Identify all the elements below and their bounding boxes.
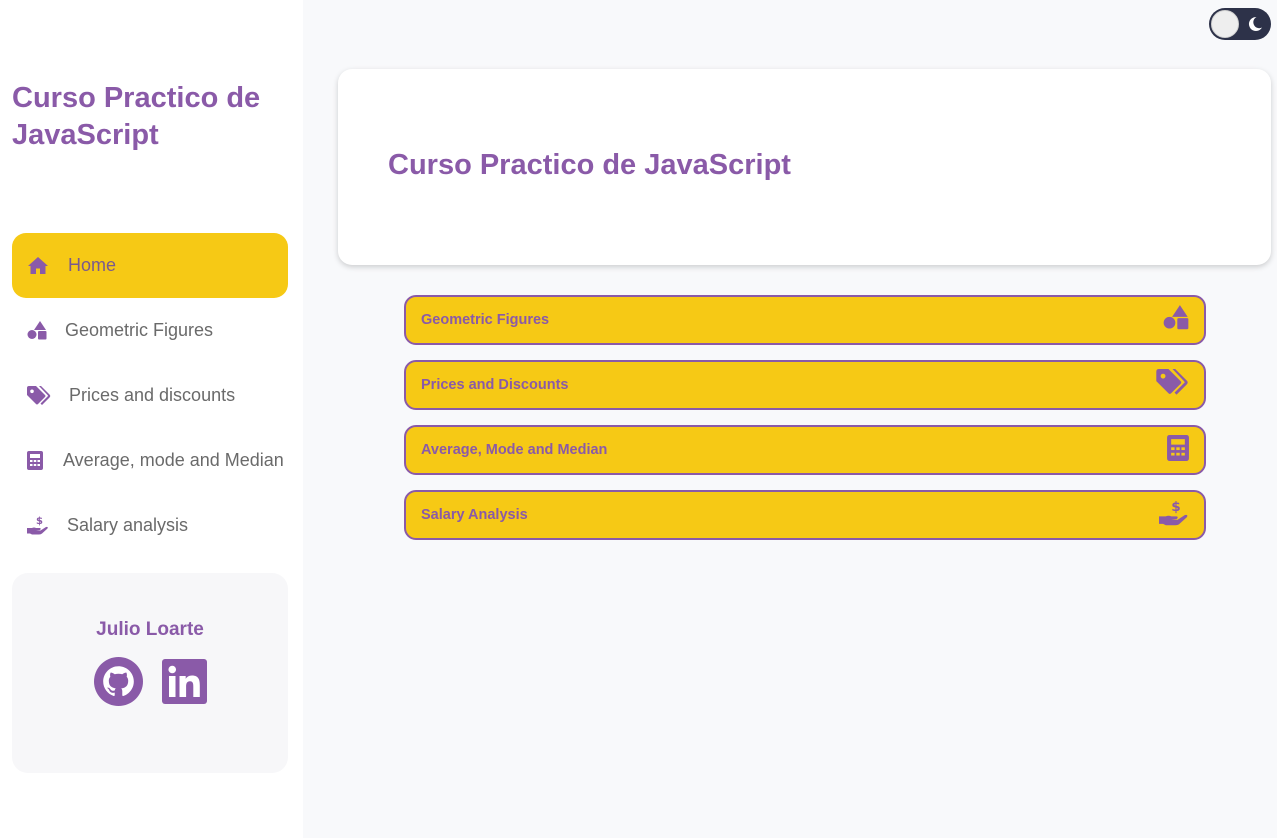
calculator-icon — [26, 451, 44, 470]
card-prices-discounts[interactable]: Prices and Discounts — [404, 360, 1206, 410]
profile-card: Julio Loarte — [12, 573, 288, 773]
tags-icon — [26, 385, 52, 406]
linkedin-icon — [162, 659, 207, 708]
sidebar-item-label: Salary analysis — [67, 515, 189, 535]
sidebar-item-label: Average, mode and Median — [63, 450, 284, 470]
sidebar-item-average[interactable]: Average, mode and Median — [12, 428, 288, 493]
moon-icon — [1247, 16, 1263, 37]
hero-card: Curso Practico de JavaScript — [338, 69, 1271, 265]
github-link[interactable] — [94, 657, 143, 711]
sidebar-item-label: Geometric Figures — [65, 320, 214, 340]
hand-holding-dollar-icon: $ — [26, 516, 50, 535]
card-label: Salary Analysis — [421, 507, 528, 523]
linkedin-link[interactable] — [162, 659, 207, 709]
sidebar-title: Curso Practico de JavaScript — [12, 82, 261, 151]
sidebar-item-geometric-figures[interactable]: Geometric Figures — [12, 298, 288, 363]
tags-icon — [1156, 369, 1189, 401]
home-icon — [26, 256, 50, 275]
profile-name: Julio Loarte — [96, 619, 204, 640]
card-label: Prices and Discounts — [421, 377, 569, 393]
card-label: Average, Mode and Median — [421, 442, 608, 458]
sidebar-item-salary[interactable]: $ Salary analysis — [12, 493, 288, 558]
svg-text:$: $ — [36, 516, 43, 527]
card-label: Geometric Figures — [421, 312, 550, 328]
github-icon — [94, 657, 143, 710]
card-salary-analysis[interactable]: Salary Analysis $ — [404, 490, 1206, 540]
sidebar-item-label: Prices and discounts — [69, 385, 236, 405]
hand-holding-dollar-icon: $ — [1159, 498, 1189, 531]
course-card-list: Geometric Figures Prices and Discounts A… — [404, 295, 1206, 555]
card-average-mode-median[interactable]: Average, Mode and Median — [404, 425, 1206, 475]
shapes-icon — [26, 321, 48, 340]
page-title: Curso Practico de JavaScript — [388, 149, 791, 181]
sidebar-item-prices[interactable]: Prices and discounts — [12, 363, 288, 428]
svg-text:$: $ — [1171, 500, 1180, 515]
calculator-icon — [1167, 434, 1189, 466]
shapes-icon — [1163, 305, 1189, 335]
sidebar-item-label: Home — [68, 255, 117, 275]
sidebar-nav: Home Geometric Figures Prices and discou… — [12, 233, 288, 558]
sidebar-item-home[interactable]: Home — [12, 233, 288, 298]
sidebar: Curso Practico de JavaScript Home Geomet… — [0, 0, 303, 838]
theme-toggle[interactable] — [1209, 8, 1271, 40]
card-geometric-figures[interactable]: Geometric Figures — [404, 295, 1206, 345]
toggle-knob — [1211, 10, 1239, 38]
